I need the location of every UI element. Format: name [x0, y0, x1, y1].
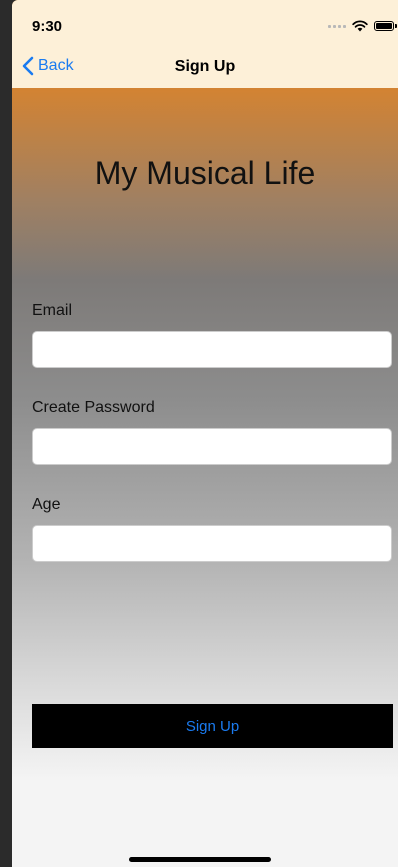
- password-label: Create Password: [32, 399, 155, 416]
- sign-up-button[interactable]: Sign Up: [32, 704, 393, 748]
- status-indicators: [328, 20, 397, 32]
- home-indicator[interactable]: [129, 857, 271, 862]
- navigation-header: 9:30 Back Sign Up: [12, 0, 398, 88]
- battery-icon: [374, 21, 397, 31]
- age-label: Age: [32, 496, 61, 513]
- email-label: Email: [32, 302, 73, 319]
- status-time: 9:30: [32, 18, 63, 35]
- email-field[interactable]: [32, 331, 392, 368]
- wifi-icon: [352, 20, 368, 32]
- password-field[interactable]: [32, 428, 392, 465]
- age-field[interactable]: [32, 525, 392, 562]
- nav-title: Sign Up: [174, 58, 236, 75]
- app-title: My Musical Life: [94, 155, 316, 191]
- cellular-signal-icon: [328, 24, 346, 28]
- phone-screen: 9:30 Back Sign Up My Musical Life Email: [12, 0, 398, 867]
